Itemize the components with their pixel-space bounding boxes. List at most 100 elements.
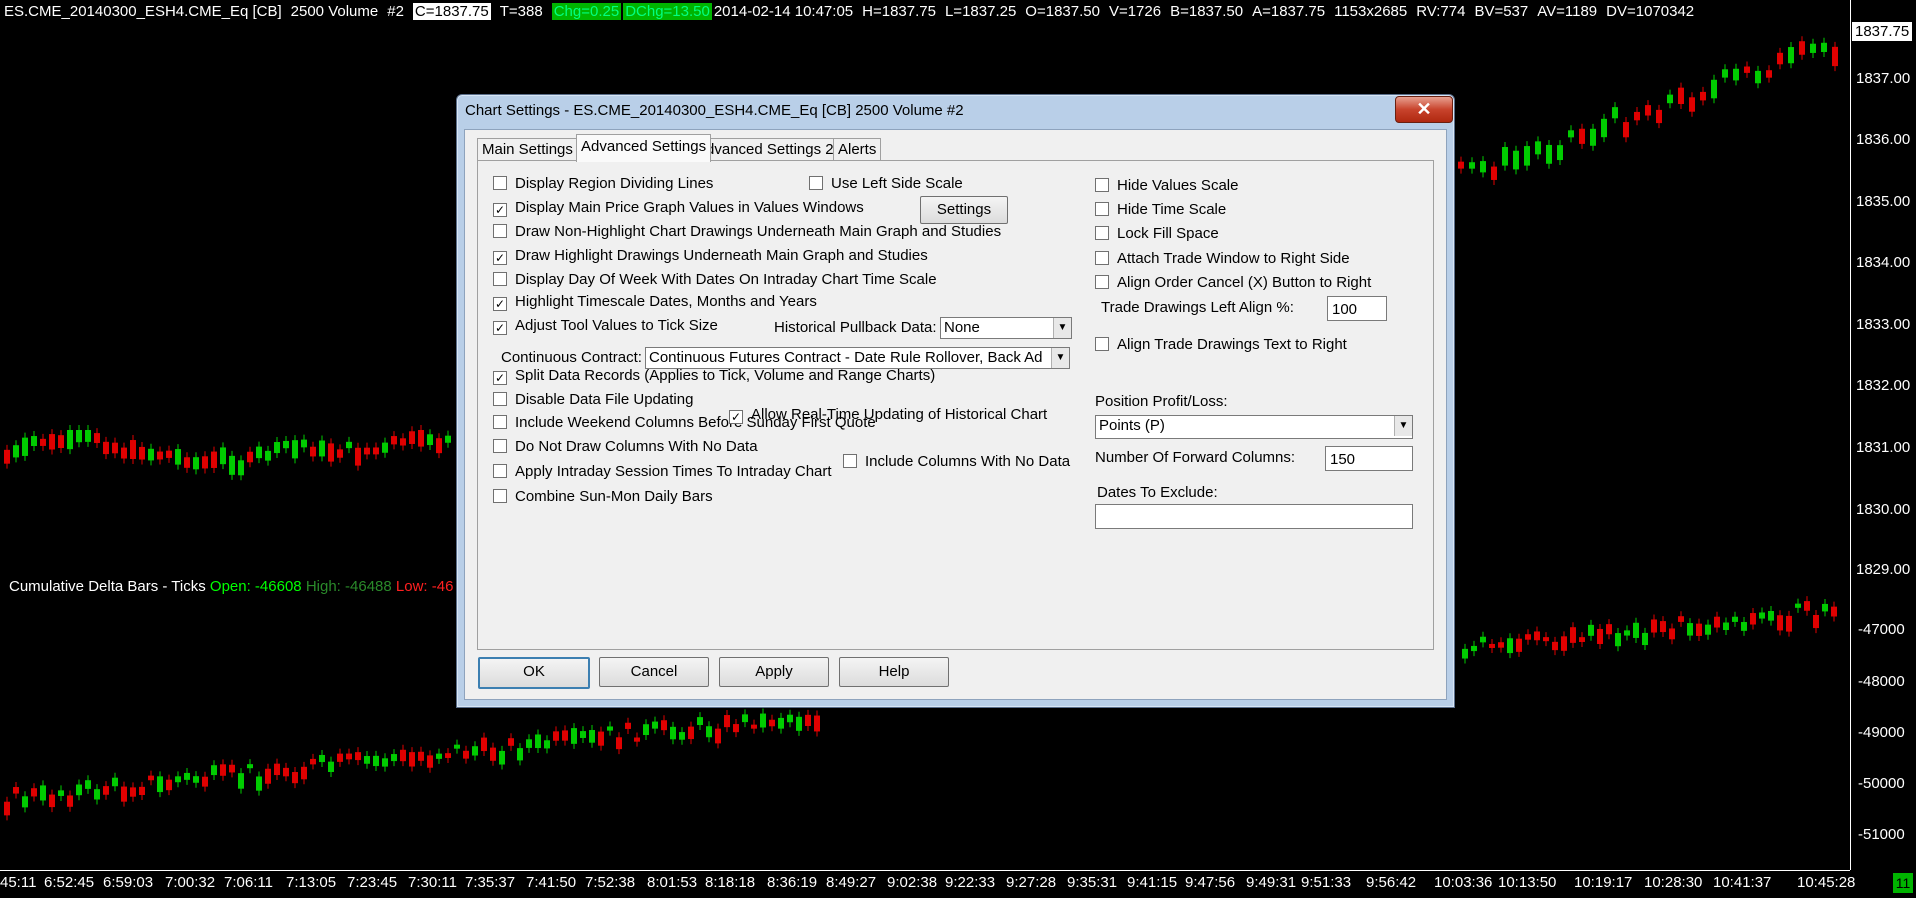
checkbox[interactable] — [493, 439, 507, 453]
tab-advanced-settings-2[interactable]: Advanced Settings 2 — [691, 138, 839, 161]
candle-body — [301, 766, 307, 780]
continuous-contract-select[interactable]: Continuous Futures Contract - Date Rule … — [645, 347, 1070, 369]
tab-main-settings[interactable]: Main Settings — [477, 138, 578, 161]
candle-body — [76, 784, 82, 796]
trade-drawings-field[interactable]: 100 — [1327, 296, 1387, 321]
time-tick-label: 9:49:31 — [1246, 874, 1297, 891]
checkbox[interactable] — [493, 489, 507, 503]
left-option-row[interactable]: ✓ Draw Highlight Drawings Underneath Main… — [493, 247, 928, 265]
checkbox[interactable]: ✓ — [493, 251, 507, 265]
candle-body — [436, 753, 442, 759]
checkbox[interactable] — [493, 176, 507, 190]
candle-body — [436, 438, 442, 454]
left-option-row[interactable]: ✓ Display Main Price Graph Values in Valu… — [493, 199, 864, 217]
candle-body — [1822, 603, 1828, 612]
option-label: Display Day Of Week With Dates On Intrad… — [515, 271, 937, 288]
checkbox[interactable] — [809, 176, 823, 190]
checkbox[interactable] — [493, 392, 507, 406]
ok-button[interactable]: OK — [478, 657, 590, 689]
apply-button[interactable]: Apply — [719, 657, 829, 687]
candle-body — [1480, 161, 1486, 173]
include-columns-no-data-option[interactable]: Include Columns With No Data — [843, 453, 1070, 470]
candle-body — [400, 749, 406, 762]
checkbox[interactable]: ✓ — [729, 410, 743, 424]
right-option-row[interactable]: Hide Values Scale — [1095, 177, 1238, 194]
checkbox[interactable] — [1095, 178, 1109, 192]
left-option-row[interactable]: Disable Data File Updating — [493, 391, 693, 408]
checkbox[interactable] — [493, 272, 507, 286]
checkbox[interactable] — [1095, 251, 1109, 265]
close-button[interactable]: ✕ — [1395, 96, 1453, 123]
left-option-row[interactable]: Draw Non-Highlight Chart Drawings Undern… — [493, 223, 1001, 240]
candle-body — [121, 447, 127, 459]
checkbox[interactable] — [493, 224, 507, 238]
candle-body — [202, 776, 208, 787]
candle-body — [1579, 637, 1585, 642]
candle-body — [454, 744, 460, 749]
candle-body — [571, 728, 577, 744]
candle-body — [1612, 107, 1618, 119]
tab-alerts[interactable]: Alerts — [833, 138, 882, 161]
option-label: Combine Sun-Mon Daily Bars — [515, 488, 713, 505]
checkbox[interactable]: ✓ — [493, 297, 507, 311]
dv-value: DV=1070342 — [1606, 3, 1695, 20]
cancel-button[interactable]: Cancel — [599, 657, 709, 687]
allow-realtime-option[interactable]: ✓ Allow Real-Time Updating of Historical … — [729, 406, 1047, 424]
candle-body — [1570, 627, 1576, 643]
historical-pullback-select[interactable]: None ▼ — [940, 317, 1072, 339]
time-tick-label: 10:45:28 — [1797, 874, 1856, 891]
time-tick-label: 10:28:30 — [1644, 874, 1703, 891]
option-label: Display Region Dividing Lines — [515, 175, 714, 192]
dates-exclude-field[interactable] — [1095, 504, 1413, 529]
right-option-row[interactable]: Attach Trade Window to Right Side — [1095, 250, 1350, 267]
candle-body — [319, 754, 325, 763]
tab-advanced-settings[interactable]: Advanced Settings — [576, 134, 712, 162]
checkbox[interactable] — [1095, 337, 1109, 351]
candle-body — [4, 449, 10, 464]
candle-body — [1552, 641, 1558, 651]
right-option-row[interactable]: Lock Fill Space — [1095, 225, 1219, 242]
candle-body — [229, 764, 235, 773]
left-option-row[interactable]: Display Region Dividing Lines — [493, 175, 713, 192]
use-left-side-scale-option[interactable]: Use Left Side Scale — [809, 175, 963, 192]
right-option-row[interactable]: Hide Time Scale — [1095, 201, 1226, 218]
left-option-row[interactable]: Apply Intraday Session Times To Intraday… — [493, 463, 832, 480]
left-option-row[interactable]: Display Day Of Week With Dates On Intrad… — [493, 271, 937, 288]
help-button[interactable]: Help — [839, 657, 949, 687]
checkbox[interactable] — [1095, 202, 1109, 216]
left-option-row[interactable]: ✓ Highlight Timescale Dates, Months and Y… — [493, 293, 817, 311]
checkbox[interactable] — [1095, 226, 1109, 240]
time-tick-label: 7:52:38 — [585, 874, 636, 891]
checkbox[interactable] — [1095, 275, 1109, 289]
checkbox[interactable]: ✓ — [493, 203, 507, 217]
left-option-row[interactable]: ✓ Adjust Tool Values to Tick Size — [493, 317, 718, 335]
candle-body — [292, 772, 298, 784]
high-value: H=1837.75 — [862, 3, 936, 20]
option-label: Draw Non-Highlight Chart Drawings Undern… — [515, 223, 1002, 240]
checkbox[interactable] — [843, 454, 857, 468]
left-option-row[interactable]: ✓ Split Data Records (Applies to Tick, Vo… — [493, 367, 935, 385]
checkbox[interactable]: ✓ — [493, 321, 507, 335]
time-tick-label: 7:00:32 — [165, 874, 216, 891]
forward-columns-field[interactable]: 150 — [1325, 446, 1413, 471]
checkbox[interactable] — [493, 464, 507, 478]
candle-body — [1705, 624, 1711, 635]
candle-body — [409, 431, 415, 444]
candle-body — [283, 767, 289, 777]
candle-body — [1755, 70, 1761, 84]
chevron-down-icon: ▼ — [1051, 348, 1069, 368]
settings-button[interactable]: Settings — [920, 196, 1008, 224]
candle-body — [337, 753, 343, 762]
checkbox[interactable]: ✓ — [493, 371, 507, 385]
time-tick-label: 9:51:33 — [1301, 874, 1352, 891]
study-label: Cumulative Delta Bars - Ticks Open: -466… — [9, 578, 453, 595]
candle-body — [256, 446, 262, 459]
position-pl-select[interactable]: Points (P) ▼ — [1095, 415, 1413, 439]
align-trade-text-option[interactable]: Align Trade Drawings Text to Right — [1095, 336, 1347, 353]
size-value: 1153x2685 — [1334, 3, 1408, 20]
left-option-row[interactable]: Combine Sun-Mon Daily Bars — [493, 488, 713, 505]
left-option-row[interactable]: Do Not Draw Columns With No Data — [493, 438, 758, 455]
candle-body — [1741, 622, 1747, 631]
checkbox[interactable] — [493, 415, 507, 429]
right-option-row[interactable]: Align Order Cancel (X) Button to Right — [1095, 274, 1371, 291]
